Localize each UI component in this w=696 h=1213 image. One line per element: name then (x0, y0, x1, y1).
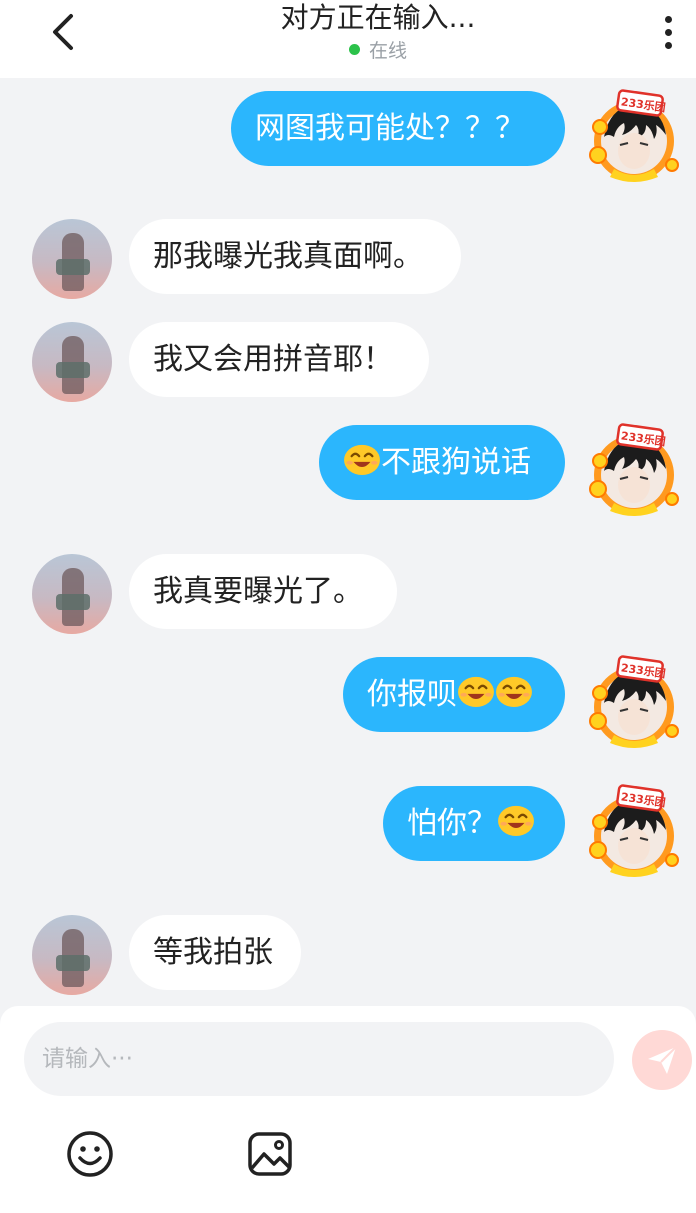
incoming-bubble[interactable]: 那我曝光我真面啊。 (129, 219, 461, 294)
back-button[interactable] (40, 8, 88, 56)
send-button[interactable] (632, 1030, 692, 1090)
chat-header: 对方正在输入... 在线 (0, 0, 696, 78)
message-text: 你报呗 (367, 677, 457, 712)
more-options-button[interactable] (648, 10, 688, 54)
incoming-bubble[interactable]: 等我拍张 (129, 915, 301, 990)
composer-panel (0, 1006, 696, 1213)
message-text: 等我拍张 (153, 935, 273, 970)
more-dot (664, 41, 672, 49)
message-input[interactable] (24, 1022, 614, 1096)
message-text: 不跟狗说话 (381, 445, 531, 480)
avatar-figure-skirt (56, 259, 90, 275)
online-dot-icon (348, 44, 360, 55)
my-avatar[interactable] (586, 423, 682, 519)
message-text: 怕你？ (407, 806, 497, 841)
message-text: 网图我可能处？？？ (255, 111, 525, 146)
page-title: 对方正在输入... (280, 1, 476, 34)
avatar-figure-skirt (56, 362, 90, 378)
my-avatar[interactable] (586, 784, 682, 880)
send-icon (648, 1046, 677, 1074)
image-icon (248, 1132, 292, 1176)
my-avatar[interactable] (586, 89, 682, 185)
contact-avatar[interactable] (32, 219, 112, 299)
avatar-figure-skirt (56, 594, 90, 610)
contact-avatar[interactable] (32, 322, 112, 402)
avatar-figure-skirt (56, 955, 90, 971)
message-text: 我又会用拼音耶！ (153, 342, 393, 377)
status-text: 在线 (368, 40, 407, 62)
contact-avatar[interactable] (32, 554, 112, 634)
grin-emoji-icon (495, 674, 533, 708)
chevron-left-icon (53, 14, 73, 50)
emoji-button[interactable] (66, 1130, 114, 1178)
more-vertical-icon (664, 15, 672, 23)
title-area: 对方正在输入... 在线 (148, 0, 608, 63)
message-text: 那我曝光我真面啊。 (153, 239, 423, 274)
my-avatar[interactable] (586, 655, 682, 751)
grin-emoji-icon (497, 803, 535, 837)
incoming-bubble[interactable]: 我真要曝光了。 (129, 554, 397, 629)
contact-avatar[interactable] (32, 915, 112, 995)
message-text: 我真要曝光了。 (153, 574, 363, 609)
more-dot (664, 28, 672, 36)
grin-emoji-icon (343, 442, 381, 476)
grin-emoji-icon (457, 674, 495, 708)
smile-icon (67, 1131, 113, 1177)
online-status: 在线 (148, 36, 608, 63)
outgoing-bubble[interactable]: 网图我可能处？？？ (231, 91, 565, 166)
outgoing-bubble[interactable]: 怕你？ (383, 786, 565, 861)
outgoing-bubble[interactable]: 你报呗 (343, 657, 565, 732)
outgoing-bubble[interactable]: 不跟狗说话 (319, 425, 565, 500)
image-button[interactable] (246, 1130, 294, 1178)
incoming-bubble[interactable]: 我又会用拼音耶！ (129, 322, 429, 397)
